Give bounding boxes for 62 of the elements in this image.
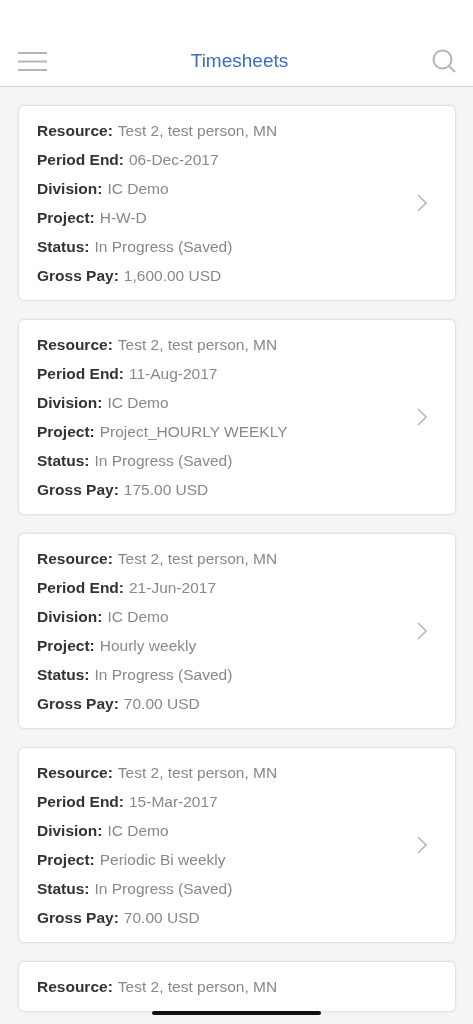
field-label: Period End: bbox=[37, 364, 124, 383]
field-label: Project: bbox=[37, 850, 95, 869]
field-label: Status: bbox=[37, 665, 90, 684]
field-value: 70.00 USD bbox=[123, 694, 200, 713]
field-value: Test 2, test person, MN bbox=[117, 977, 278, 996]
field-label: Resource: bbox=[37, 335, 113, 354]
field-label: Project: bbox=[37, 636, 95, 655]
field-value: 15-Mar-2017 bbox=[129, 792, 218, 811]
timesheet-card[interactable]: Resource: Test 2, test person, MN bbox=[19, 962, 455, 1011]
field-value: Test 2, test person, MN bbox=[117, 121, 278, 140]
chevron-right-icon bbox=[417, 836, 427, 854]
field-label: Project: bbox=[37, 208, 95, 227]
field-value: 70.00 USD bbox=[123, 908, 200, 927]
field-value: 06-Dec-2017 bbox=[129, 150, 219, 169]
field-label: Resource: bbox=[37, 549, 113, 568]
field-label: Period End: bbox=[37, 578, 124, 597]
field-label: Status: bbox=[37, 237, 90, 256]
field-label: Status: bbox=[37, 879, 90, 898]
field-value: Periodic Bi weekly bbox=[99, 850, 226, 869]
field-label: Period End: bbox=[37, 150, 124, 169]
field-value: 175.00 USD bbox=[123, 480, 209, 499]
field-value: IC Demo bbox=[107, 393, 169, 412]
page-title: Timesheets bbox=[190, 50, 289, 72]
field-value: IC Demo bbox=[107, 607, 169, 626]
menu-icon[interactable] bbox=[18, 51, 47, 71]
search-icon[interactable] bbox=[432, 49, 456, 73]
field-value: 11-Aug-2017 bbox=[129, 364, 218, 383]
field-label: Gross Pay: bbox=[37, 908, 119, 927]
field-label: Resource: bbox=[37, 977, 113, 996]
field-label: Division: bbox=[37, 607, 103, 626]
field-value: Test 2, test person, MN bbox=[117, 335, 278, 354]
timesheet-card[interactable]: Resource: Test 2, test person, MN Period End: 15-Mar-2017 Division: IC Demo Project: Periodic Bi weekly Status: In Progress (Saved) Gross Pay: 70.00 USD bbox=[19, 748, 455, 942]
field-label: Gross Pay: bbox=[37, 694, 119, 713]
field-label: Resource: bbox=[37, 121, 113, 140]
field-label: Division: bbox=[37, 179, 103, 198]
field-value: Test 2, test person, MN bbox=[117, 763, 278, 782]
field-value: Project_HOURLY WEEKLY bbox=[99, 422, 288, 441]
field-value: In Progress (Saved) bbox=[94, 665, 233, 684]
chevron-right-icon bbox=[417, 194, 427, 212]
field-label: Division: bbox=[37, 821, 103, 840]
field-value: IC Demo bbox=[107, 179, 169, 198]
field-value: H-W-D bbox=[99, 208, 147, 227]
chevron-right-icon bbox=[417, 622, 427, 640]
timesheet-card[interactable]: Resource: Test 2, test person, MN Period End: 06-Dec-2017 Division: IC Demo Project: H-W-D Status: In Progress (Saved) Gross Pay: 1,600.00 USD bbox=[19, 106, 455, 300]
field-label: Period End: bbox=[37, 792, 124, 811]
field-value: In Progress (Saved) bbox=[94, 237, 233, 256]
timesheet-card[interactable]: Resource: Test 2, test person, MN Period End: 21-Jun-2017 Division: IC Demo Project: Hourly weekly Status: In Progress (Saved) Gross Pay: 70.00 USD bbox=[19, 534, 455, 728]
field-label: Resource: bbox=[37, 763, 113, 782]
timesheet-card[interactable]: Resource: Test 2, test person, MN Period End: 11-Aug-2017 Division: IC Demo Project: Project_HOURLY WEEKLY Status: In Progress (Saved) Gross Pay: 175.00 USD bbox=[19, 320, 455, 514]
field-label: Gross Pay: bbox=[37, 480, 119, 499]
field-value: Test 2, test person, MN bbox=[117, 549, 278, 568]
field-label: Project: bbox=[37, 422, 95, 441]
chevron-right-icon bbox=[417, 408, 427, 426]
field-value: In Progress (Saved) bbox=[94, 879, 233, 898]
field-value: In Progress (Saved) bbox=[94, 451, 233, 470]
field-value: 1,600.00 USD bbox=[123, 266, 222, 285]
field-value: IC Demo bbox=[107, 821, 169, 840]
field-value: Hourly weekly bbox=[99, 636, 197, 655]
field-label: Status: bbox=[37, 451, 90, 470]
field-label: Division: bbox=[37, 393, 103, 412]
field-value: 21-Jun-2017 bbox=[129, 578, 217, 597]
field-label: Gross Pay: bbox=[37, 266, 119, 285]
